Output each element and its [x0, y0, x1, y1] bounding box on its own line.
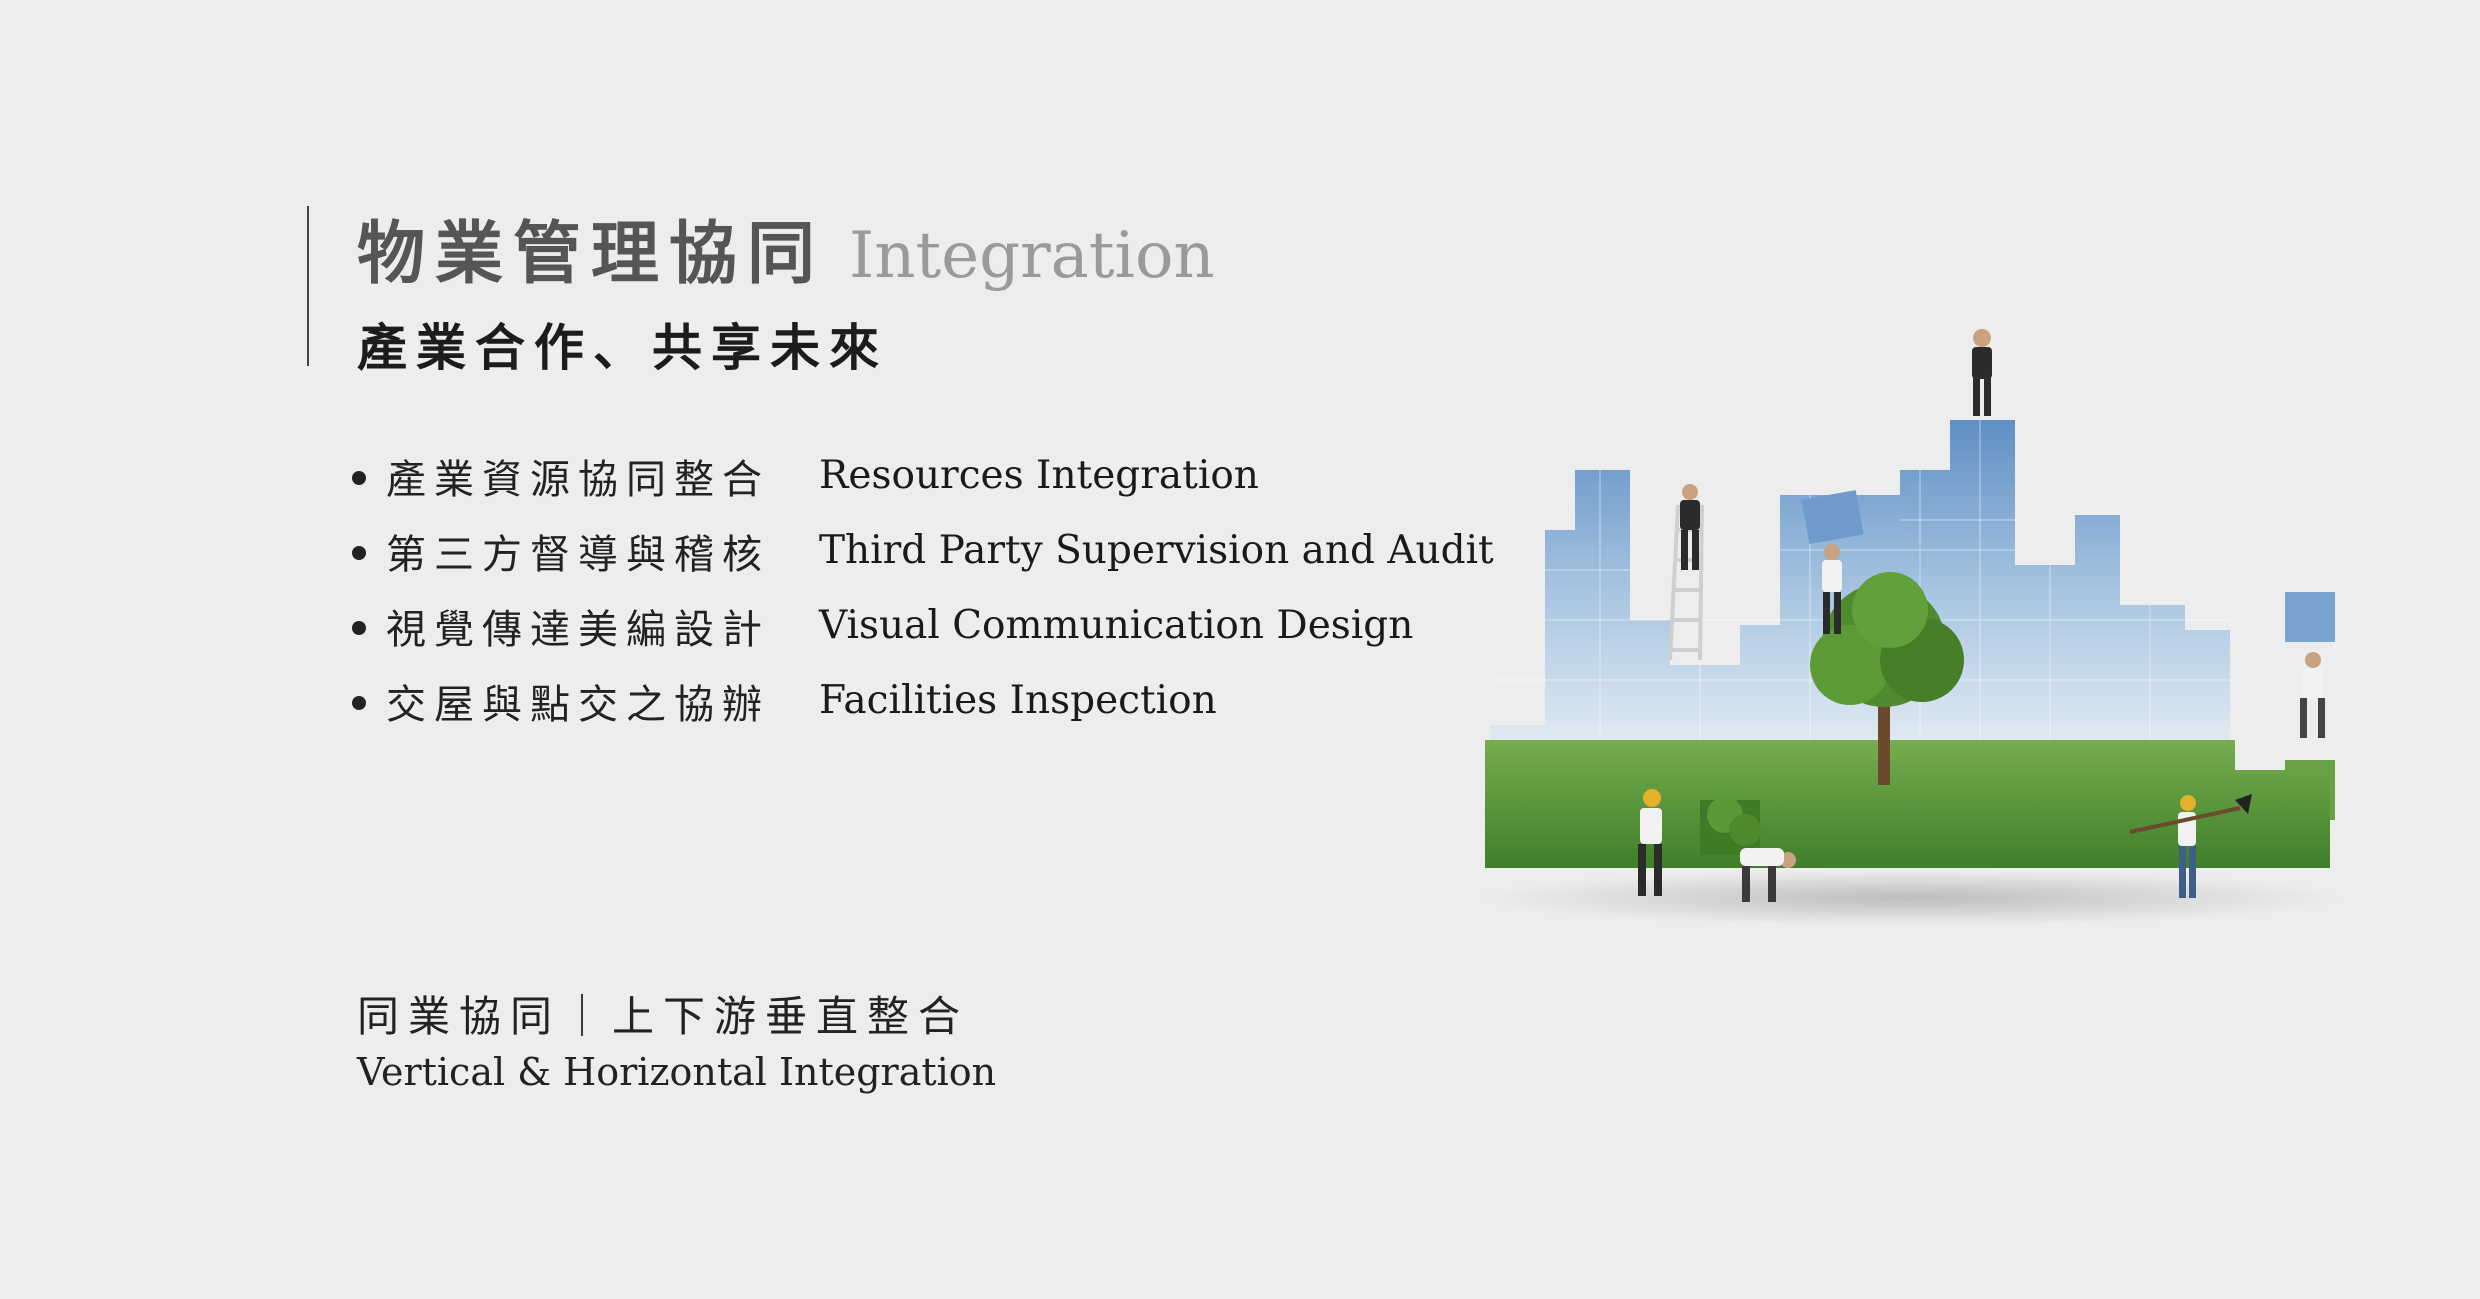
bullet-icon: [352, 545, 366, 560]
person-on-ladder: [1680, 484, 1700, 570]
service-list: 產業資源協同整合 Resources Integration 第三方督導與稽核 …: [352, 438, 1494, 738]
service-label-zh: 視覺傳達美編設計: [386, 606, 770, 653]
title-chinese: 物業管理協同: [357, 215, 826, 294]
service-label-en: Facilities Inspection: [819, 678, 1217, 723]
service-label-zh: 產業資源協同整合: [386, 456, 770, 503]
person-right-lifting: [2300, 652, 2325, 738]
list-item: 第三方督導與稽核 Third Party Supervision and Aud…: [352, 513, 1494, 588]
service-label-en: Visual Communication Design: [819, 603, 1414, 648]
footer-chinese: 同業協同｜上下游垂直整合: [357, 992, 970, 1041]
held-sky-puzzle-piece: [1801, 490, 1864, 544]
list-item: 產業資源協同整合 Resources Integration: [352, 438, 1494, 513]
list-item: 視覺傳達美編設計 Visual Communication Design: [352, 588, 1494, 663]
bullet-icon: [352, 695, 366, 710]
puzzle-piece-right: [2285, 592, 2335, 642]
service-label-zh: 交屋與點交之協辦: [386, 681, 770, 728]
puzzle-city-illustration: [1480, 329, 2340, 926]
bullet-icon: [352, 620, 366, 635]
ground-shadow: [1480, 870, 2340, 926]
service-label-en: Third Party Supervision and Audit: [819, 528, 1494, 573]
page-title: 物業管理協同 Integration: [357, 198, 1215, 294]
page-subtitle: 產業合作、共享未來: [357, 319, 888, 377]
bullet-icon: [352, 470, 366, 485]
list-item: 交屋與點交之協辦 Facilities Inspection: [352, 663, 1494, 738]
person-businessman-top: [1972, 329, 1992, 416]
footer-english: Vertical & Horizontal Integration: [357, 1050, 997, 1094]
title-english: Integration: [849, 219, 1215, 293]
service-label-zh: 第三方督導與稽核: [386, 531, 770, 578]
title-accent-bar: [307, 206, 309, 366]
grass-field: [1485, 740, 2330, 868]
service-label-en: Resources Integration: [819, 453, 1259, 498]
